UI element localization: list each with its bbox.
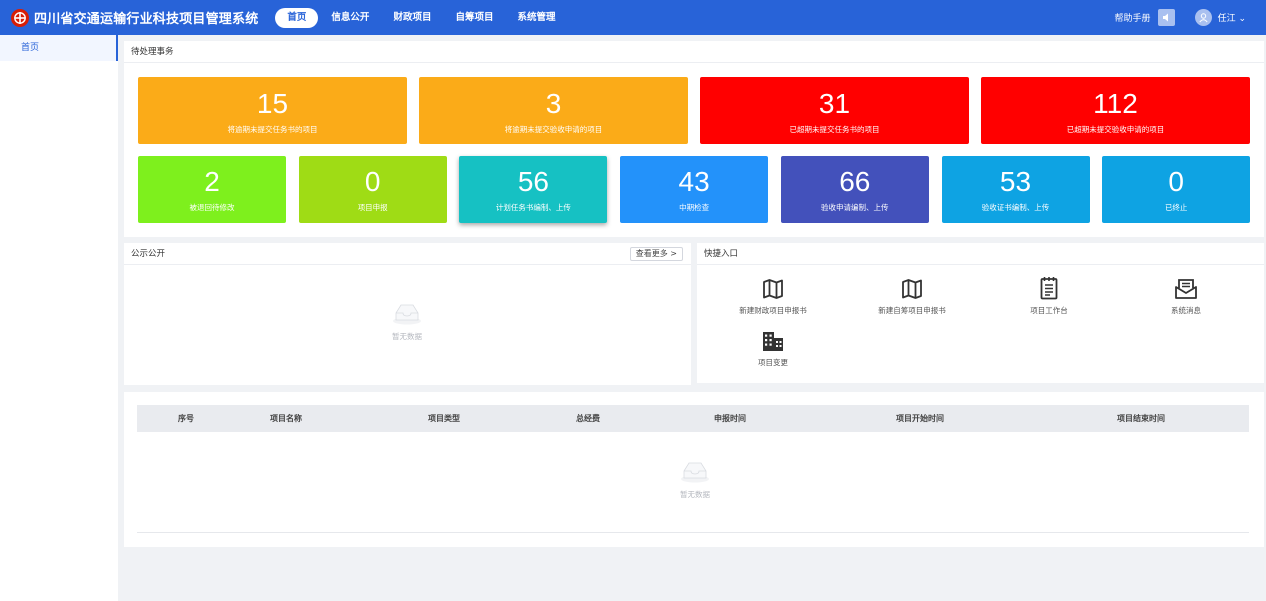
stat-value: 56 bbox=[517, 166, 549, 197]
stat-tile[interactable]: 15 将逾期未提交任务书的项目 bbox=[138, 77, 407, 144]
logo-icon bbox=[11, 8, 29, 27]
username: 任江 bbox=[1217, 14, 1236, 24]
stat-label: 验收证书编制、上传 bbox=[981, 203, 1050, 212]
stat-tile[interactable]: 43 中期检查 bbox=[620, 156, 769, 223]
stat-tile[interactable]: 0 项目申报 bbox=[298, 156, 447, 223]
table-empty: 暂无数据 bbox=[665, 459, 725, 500]
stat-value: 112 bbox=[1093, 88, 1138, 119]
table-empty-text: 暂无数据 bbox=[680, 490, 710, 499]
quick-system-messages[interactable]: 系统消息 bbox=[1126, 278, 1246, 316]
quick-label: 新建自筹项目申报书 bbox=[878, 306, 946, 315]
quick-label: 项目工作台 bbox=[1030, 306, 1068, 315]
stat-tile[interactable]: 31 已超期未提交任务书的项目 bbox=[700, 77, 969, 144]
stat-label: 将逾期未提交验收申请的项目 bbox=[504, 125, 603, 134]
stat-tile[interactable]: 3 将逾期未提交验收申请的项目 bbox=[419, 77, 688, 144]
stat-value: 2 bbox=[204, 166, 220, 197]
stat-label: 将逾期未提交任务书的项目 bbox=[227, 125, 318, 134]
notepad-icon bbox=[1040, 277, 1058, 300]
quick-project-workbench[interactable]: 项目工作台 bbox=[989, 276, 1109, 316]
building-icon bbox=[763, 332, 783, 351]
col-project-name[interactable]: 项目名称 bbox=[270, 413, 302, 424]
stat-label: 中期检查 bbox=[679, 203, 710, 212]
pending-title: 待处理事务 bbox=[124, 41, 1264, 63]
help-manual-link[interactable]: 帮助手册 bbox=[1115, 11, 1151, 24]
stat-label: 项目申报 bbox=[357, 203, 388, 212]
stat-tile[interactable]: 112 已超期未提交验收申请的项目 bbox=[981, 77, 1250, 144]
notice-title: 公示公开 bbox=[124, 243, 691, 265]
pending-panel: 待处理事务 15 将逾期未提交任务书的项目 3 将逾期未提交验收申请的项目 31 已超期未… bbox=[124, 41, 1264, 237]
table-header: 序号 项目名称 项目类型 总经费 申报时间 项目开始时间 项目结束时间 bbox=[137, 405, 1249, 432]
stat-tile[interactable]: 66 验收申请编制、上传 bbox=[780, 156, 929, 223]
stat-value: 0 bbox=[364, 166, 381, 197]
map-icon bbox=[902, 279, 922, 299]
stat-label: 已终止 bbox=[1164, 203, 1188, 212]
project-table-panel: 序号 项目名称 项目类型 总经费 申报时间 项目开始时间 项目结束时间 暂无数据 bbox=[124, 392, 1264, 547]
main-nav: 首页 信息公开 财政项目 自筹项目 系统管理 bbox=[275, 7, 568, 28]
stat-value: 53 bbox=[999, 166, 1032, 197]
stat-value: 3 bbox=[545, 88, 562, 119]
stat-label: 计划任务书编制、上传 bbox=[495, 203, 571, 212]
notice-empty-text: 暂无数据 bbox=[392, 332, 422, 341]
speaker-icon[interactable] bbox=[1157, 9, 1175, 26]
sidebar-item-home[interactable]: 首页 bbox=[0, 35, 118, 61]
stat-value: 15 bbox=[256, 88, 289, 119]
stat-value: 43 bbox=[678, 166, 710, 197]
quick-new-fiscal-proposal[interactable]: 新建财政项目申报书 bbox=[713, 278, 833, 316]
quick-new-self-funded-proposal[interactable]: 新建自筹项目申报书 bbox=[852, 278, 972, 316]
empty-inbox-icon bbox=[681, 462, 709, 483]
top-bar: 四川省交通运输行业科技项目管理系统 首页 信息公开 财政项目 自筹项目 系统管理… bbox=[0, 0, 1266, 35]
stat-tile[interactable]: 56 计划任务书编制、上传 bbox=[459, 156, 608, 223]
user-avatar-icon[interactable] bbox=[1194, 9, 1212, 26]
quick-label: 项目变更 bbox=[758, 358, 788, 367]
view-more-button[interactable]: 查看更多 > bbox=[629, 247, 683, 261]
quick-label: 新建财政项目申报书 bbox=[739, 306, 807, 315]
empty-inbox-icon bbox=[393, 304, 421, 325]
quick-title: 快捷入口 bbox=[697, 243, 1264, 265]
col-index[interactable]: 序号 bbox=[178, 413, 194, 424]
nav-self-funded-projects[interactable]: 自筹项目 bbox=[444, 8, 504, 28]
col-start-time[interactable]: 项目开始时间 bbox=[896, 413, 944, 424]
stat-label: 已超期未提交任务书的项目 bbox=[789, 125, 880, 134]
col-end-time[interactable]: 项目结束时间 bbox=[1117, 413, 1165, 424]
table-divider bbox=[137, 532, 1249, 533]
stat-tile[interactable]: 2 被退回待修改 bbox=[138, 156, 286, 223]
stat-value: 0 bbox=[1168, 166, 1184, 197]
nav-info-public[interactable]: 信息公开 bbox=[320, 8, 380, 28]
quick-project-change[interactable]: 项目变更 bbox=[713, 330, 833, 368]
mail-icon bbox=[1175, 279, 1197, 299]
user-menu[interactable]: 任江 ⌄ bbox=[1218, 11, 1246, 24]
stat-tile[interactable]: 53 验收证书编制、上传 bbox=[941, 156, 1090, 223]
chevron-down-icon: ⌄ bbox=[1238, 14, 1246, 24]
nav-system-admin[interactable]: 系统管理 bbox=[506, 8, 566, 28]
app-title: 四川省交通运输行业科技项目管理系统 bbox=[34, 12, 259, 27]
notice-panel: 公示公开 查看更多 > 暂无数据 bbox=[124, 243, 691, 385]
stat-label: 被退回待修改 bbox=[189, 203, 235, 212]
chevron-right-icon: > bbox=[670, 249, 677, 258]
notice-empty: 暂无数据 bbox=[377, 301, 437, 342]
nav-home[interactable]: 首页 bbox=[275, 7, 319, 28]
quick-label: 系统消息 bbox=[1171, 306, 1201, 315]
col-total-funds[interactable]: 总经费 bbox=[576, 413, 600, 424]
stat-value: 31 bbox=[818, 88, 851, 119]
stat-label: 已超期未提交验收申请的项目 bbox=[1066, 125, 1165, 134]
col-apply-time[interactable]: 申报时间 bbox=[714, 413, 746, 424]
quick-panel: 快捷入口 新建财政项目申报书 新建自筹项目申报书 项目工作台 系统消息 项目变更 bbox=[697, 243, 1264, 383]
sidebar: 首页 bbox=[0, 35, 118, 601]
stat-label: 验收申请编制、上传 bbox=[821, 203, 889, 212]
nav-fiscal-projects[interactable]: 财政项目 bbox=[382, 8, 442, 28]
stat-value: 66 bbox=[839, 166, 871, 197]
stat-tile[interactable]: 0 已终止 bbox=[1102, 156, 1251, 223]
map-icon bbox=[763, 279, 783, 299]
view-more-label: 查看更多 bbox=[635, 249, 668, 258]
col-project-type[interactable]: 项目类型 bbox=[428, 413, 460, 424]
